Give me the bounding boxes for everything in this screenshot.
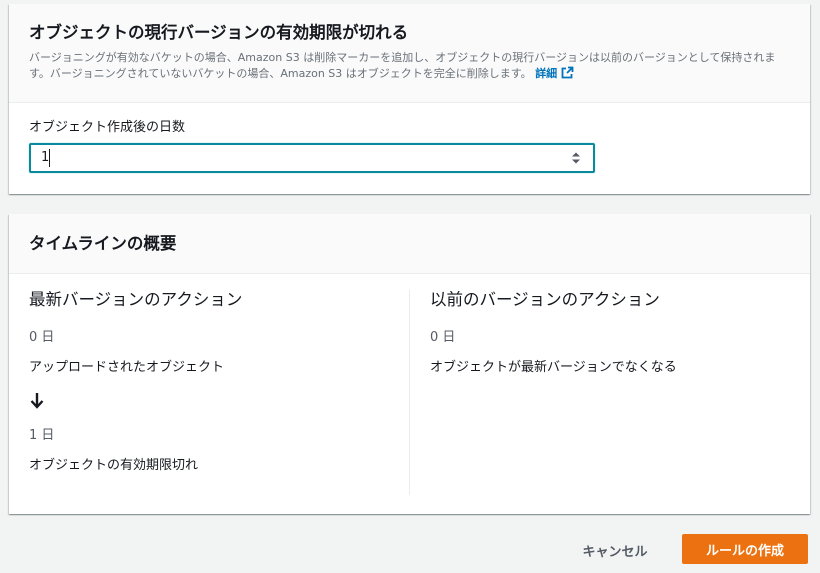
current-version-title: 最新バージョンのアクション [29, 290, 243, 309]
current-event-day: 0 日 [29, 330, 55, 345]
days-after-creation-input[interactable]: 1 [29, 143, 595, 173]
expiration-card-header: オブジェクトの現行バージョンの有効期限が切れる バージョニングが有効なバケットの… [9, 4, 810, 103]
cancel-button[interactable]: キャンセル [566, 536, 664, 564]
expiration-description-text: バージョニングが有効なバケットの場合、Amazon S3 は削除マーカーを追加し… [29, 51, 776, 80]
column-divider [409, 290, 410, 495]
current-version-column: 最新バージョンのアクション 0 日 アップロードされたオブジェクト 1 日 オブ… [29, 288, 409, 475]
info-link[interactable]: 詳細 [535, 66, 574, 80]
expiration-description: バージョニングが有効なバケットの場合、Amazon S3 は削除マーカーを追加し… [29, 50, 790, 84]
days-field-label: オブジェクト作成後の日数 [29, 120, 186, 135]
current-event-text: オブジェクトの有効期限切れ [29, 458, 199, 473]
previous-version-column: 以前のバージョンのアクション 0 日 オブジェクトが最新バージョンでなくなる [430, 288, 790, 377]
expiration-title: オブジェクトの現行バージョンの有効期限が切れる [29, 23, 409, 42]
text-caret [49, 149, 50, 167]
arrow-down-icon [29, 391, 409, 415]
timeline-card-header: タイムラインの概要 [9, 214, 810, 274]
previous-event-day: 0 日 [430, 330, 456, 345]
expiration-card: オブジェクトの現行バージョンの有効期限が切れる バージョニングが有効なバケットの… [9, 4, 810, 194]
timeline-card: タイムラインの概要 最新バージョンのアクション 0 日 アップロードされたオブジ… [9, 214, 810, 514]
current-event-text: アップロードされたオブジェクト [29, 360, 225, 375]
previous-event-text: オブジェクトが最新バージョンでなくなる [430, 360, 677, 375]
spinner-icon[interactable] [571, 149, 581, 167]
timeline-columns: 最新バージョンのアクション 0 日 アップロードされたオブジェクト 1 日 オブ… [9, 274, 810, 514]
current-event-day: 1 日 [29, 428, 55, 443]
info-link-label: 詳細 [535, 67, 558, 80]
create-rule-button[interactable]: ルールの作成 [682, 534, 808, 564]
timeline-title: タイムラインの概要 [29, 234, 177, 253]
expiration-card-body: オブジェクト作成後の日数 1 [9, 103, 810, 173]
external-link-icon [561, 66, 574, 84]
previous-version-title: 以前のバージョンのアクション [430, 290, 660, 309]
